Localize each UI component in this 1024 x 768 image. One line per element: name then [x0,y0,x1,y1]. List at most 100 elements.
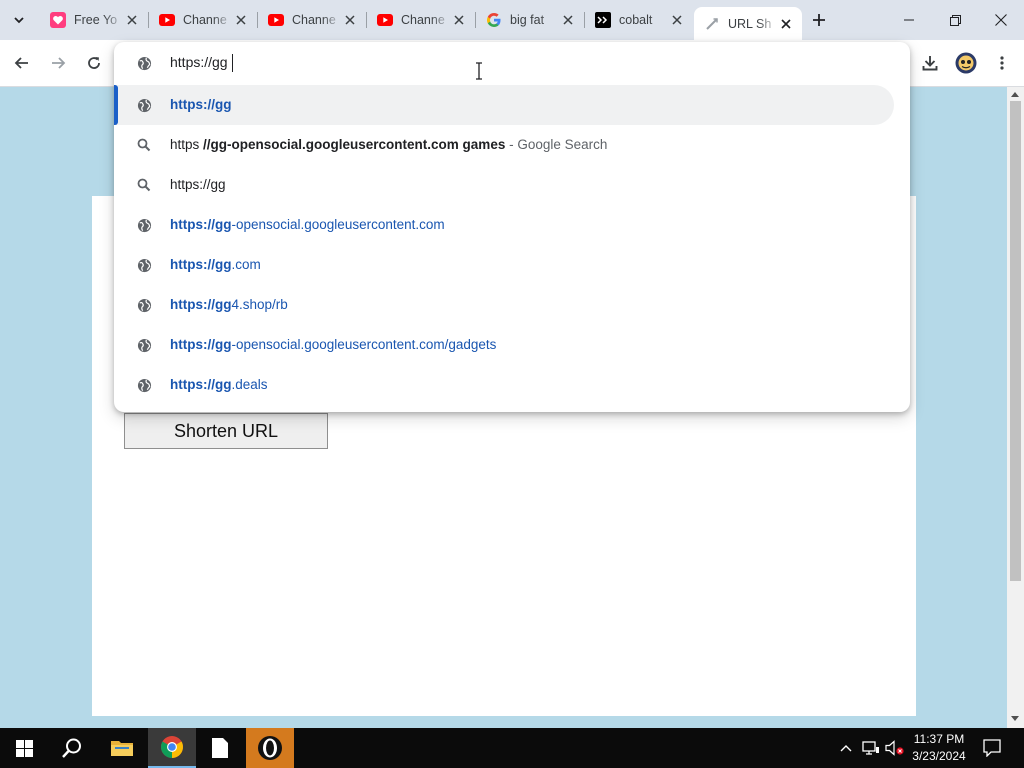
tab-free-yo[interactable]: Free Yo [40,6,148,34]
restore-button[interactable] [932,0,978,40]
reload-icon [88,57,100,69]
scroll-up-arrow[interactable] [1011,92,1019,97]
more-vert-icon [1000,56,1004,70]
youtube-icon [377,12,393,28]
scroll-thumb[interactable] [1010,101,1021,581]
search-icon [136,137,152,153]
suggestion-item[interactable]: https://gg [114,85,894,125]
avatar-icon [955,52,977,74]
folder-icon [111,741,133,756]
page-scrollbar[interactable] [1007,87,1024,728]
link-icon [704,16,720,32]
close-icon[interactable] [233,12,249,28]
suggestion-url-rest: -opensocial.googleusercontent.com/gadget… [231,337,497,352]
tab-title: Channe [183,13,227,27]
globe-icon [136,337,152,353]
tab-title: cobalt [619,13,653,27]
tray-volume[interactable] [884,728,906,768]
youtube-icon [159,12,175,28]
tab-channel-2[interactable]: Channe [258,6,366,34]
address-input[interactable] [170,54,770,70]
close-icon[interactable] [778,16,794,32]
close-icon [995,14,1007,26]
tab-title: URL Sh [728,16,772,31]
close-icon[interactable] [560,12,576,28]
taskbar-opera[interactable] [246,728,294,768]
suggestion-item[interactable]: https://gg-opensocial.googleusercontent.… [114,325,894,365]
suggestion-item[interactable]: https://gg4.shop/rb [114,285,894,325]
reload-button[interactable] [80,49,108,77]
chevron-up-icon [840,745,852,752]
suggestion-item[interactable]: https://gg.deals [114,365,894,405]
windows-taskbar: 11:37 PM 3/23/2024 [0,728,1024,768]
taskbar-clock[interactable]: 11:37 PM 3/23/2024 [908,731,970,765]
close-icon[interactable] [124,12,140,28]
address-bar[interactable] [114,42,910,84]
downloads-button[interactable] [916,49,944,77]
profile-avatar[interactable] [952,49,980,77]
tab-search-button[interactable] [5,6,33,34]
globe-icon [136,55,152,71]
arrow-left-icon [14,57,28,69]
heart-app-icon [50,12,66,28]
google-icon [486,12,502,28]
suggestion-url-match: https://gg [170,297,232,312]
start-button[interactable] [0,728,48,768]
tab-url-shortener[interactable]: URL Sh [694,7,802,40]
text-caret [232,54,233,72]
forward-button[interactable] [44,49,72,77]
suggestion-item[interactable]: https://gg.com [114,245,894,285]
tab-strip: Free Yo Channe Channe Channe big fat cob… [0,0,1024,40]
globe-icon [136,297,152,313]
suggestion-item[interactable]: https //gg-opensocial.googleusercontent.… [114,125,894,165]
omnibox-dropdown: https://gg https //gg-opensocial.googleu… [114,42,910,412]
notifications-button[interactable] [976,728,1008,768]
suggestion-item[interactable]: https://gg-opensocial.googleusercontent.… [114,205,894,245]
close-icon[interactable] [669,12,685,28]
taskbar-chrome[interactable] [148,728,196,768]
minimize-button[interactable] [886,0,932,40]
opera-icon [258,736,282,760]
tab-title: Channe [292,13,336,27]
tab-channel-3[interactable]: Channe [367,6,475,34]
suggestion-source: - Google Search [505,137,608,152]
tab-channel-1[interactable]: Channe [149,6,257,34]
close-icon[interactable] [451,12,467,28]
taskbar-search-button[interactable] [48,728,96,768]
shorten-url-button[interactable]: Shorten URL [124,413,328,449]
tray-overflow-button[interactable] [836,728,856,768]
plus-icon [813,14,825,26]
suggestion-url-rest: .com [231,257,261,272]
suggestion-query: https://gg [170,177,226,192]
suggestion-item[interactable]: https://gg [114,165,894,205]
taskbar-document[interactable] [196,728,244,768]
notification-icon [983,739,1001,757]
close-icon[interactable] [342,12,358,28]
globe-icon [136,217,152,233]
youtube-icon [268,12,284,28]
suggestion-query-completion: //gg-opensocial.googleusercontent.com ga… [203,137,506,152]
arrow-right-icon [52,57,66,69]
suggestion-url-rest: 4.shop/rb [231,297,288,312]
chevron-down-icon [14,17,24,24]
suggestion-url-match: https://gg [170,97,232,112]
taskbar-file-explorer[interactable] [98,728,146,768]
menu-button[interactable] [988,49,1016,77]
new-tab-button[interactable] [806,7,832,33]
suggestion-query: https [170,137,204,152]
tab-title: Free Yo [74,13,118,27]
suggestion-url-match: https://gg [170,377,232,392]
close-window-button[interactable] [978,0,1024,40]
globe-icon [136,377,152,393]
tab-cobalt[interactable]: cobalt [585,6,693,34]
download-icon [922,56,938,71]
volume-muted-icon [885,740,904,756]
tray-network[interactable] [860,728,882,768]
tab-big-fat[interactable]: big fat [476,6,584,34]
scroll-down-arrow[interactable] [1011,716,1019,721]
clock-time: 11:37 PM [913,732,965,746]
search-icon [136,177,152,193]
tab-title: Channe [401,13,445,27]
restore-icon [949,14,961,26]
back-button[interactable] [8,49,36,77]
